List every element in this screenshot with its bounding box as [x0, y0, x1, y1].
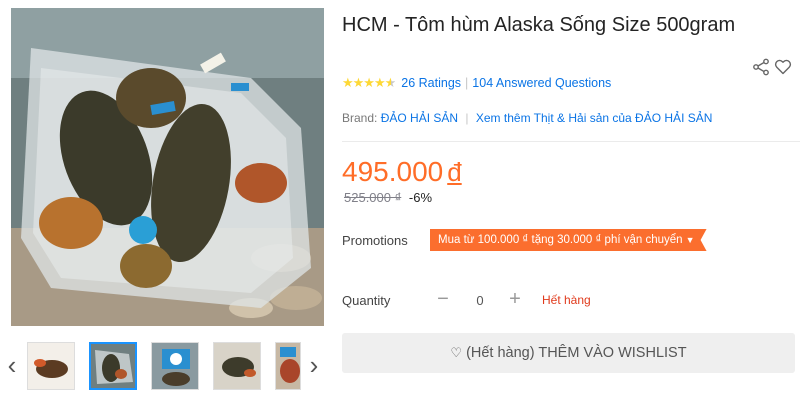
old-price-row: 525.000 ₫ -6% — [344, 190, 432, 205]
thumbnail-3[interactable] — [151, 342, 199, 390]
chevron-left-icon[interactable]: ‹ — [4, 350, 20, 380]
main-product-image[interactable] — [11, 8, 324, 326]
rating-stars: ★★★★★ — [342, 75, 397, 91]
add-to-wishlist-button[interactable]: ♡ (Hết hàng) THÊM VÀO WISHLIST — [342, 333, 795, 373]
out-of-stock-label: Hết hàng — [542, 293, 591, 307]
section-divider — [342, 141, 800, 142]
price-currency: đ — [447, 157, 462, 187]
quantity-label: Quantity — [342, 293, 391, 308]
thumbnail-strip: ‹ › — [0, 336, 334, 396]
quantity-decrease-button[interactable]: − — [430, 288, 456, 312]
quantity-increase-button[interactable]: + — [502, 288, 528, 312]
product-gallery: ‹ › — [0, 0, 334, 406]
thumbnail-2[interactable] — [89, 342, 137, 390]
thumbnail-1[interactable] — [27, 342, 75, 390]
caret-down-icon: ▼ — [685, 235, 695, 245]
divider-bar: | — [465, 111, 469, 125]
discount-badge: -6% — [408, 190, 433, 205]
price-value: 495.000 — [342, 156, 444, 187]
product-info: HCM - Tôm hùm Alaska Sống Size 500gram ★… — [342, 0, 800, 406]
quantity-input[interactable] — [460, 288, 500, 312]
current-price: 495.000 đ — [342, 156, 462, 188]
old-price: 525.000 ₫ — [344, 190, 402, 205]
star-icons: ★★★★ — [342, 75, 386, 90]
brand-row: Brand: ĐẢO HẢI SẢN | Xem thêm Thịt & Hải… — [342, 111, 712, 125]
chevron-right-icon[interactable]: › — [306, 350, 322, 380]
promotions-label: Promotions — [342, 233, 408, 248]
rating-row: ★★★★★ 26 Ratings | 104 Answered Question… — [342, 74, 611, 92]
questions-link[interactable]: 104 Answered Questions — [472, 76, 611, 90]
brand-more-link[interactable]: Xem thêm Thịt & Hải sản của ĐẢO HẢI SẢN — [476, 111, 713, 125]
share-icon[interactable] — [752, 58, 770, 76]
product-title: HCM - Tôm hùm Alaska Sống Size 500gram — [342, 14, 736, 36]
promotion-text: Mua từ 100.000 ₫ tặng 30.000 ₫ phí vận c… — [438, 234, 683, 246]
divider-bar: | — [465, 76, 469, 90]
promotion-tag[interactable]: Mua từ 100.000 ₫ tặng 30.000 ₫ phí vận c… — [430, 229, 707, 251]
thumbnail-4[interactable] — [213, 342, 261, 390]
thumbnail-5[interactable] — [275, 342, 301, 390]
wishlist-label: (Hết hàng) THÊM VÀO WISHLIST — [466, 345, 687, 361]
brand-label: Brand: — [342, 111, 378, 125]
ratings-count-link[interactable]: 26 Ratings — [401, 76, 461, 90]
heart-icon[interactable] — [774, 58, 792, 76]
brand-link[interactable]: ĐẢO HẢI SẢN — [381, 111, 458, 125]
heart-outline-icon: ♡ — [450, 345, 463, 360]
half-star-icon: ★ — [384, 75, 397, 90]
